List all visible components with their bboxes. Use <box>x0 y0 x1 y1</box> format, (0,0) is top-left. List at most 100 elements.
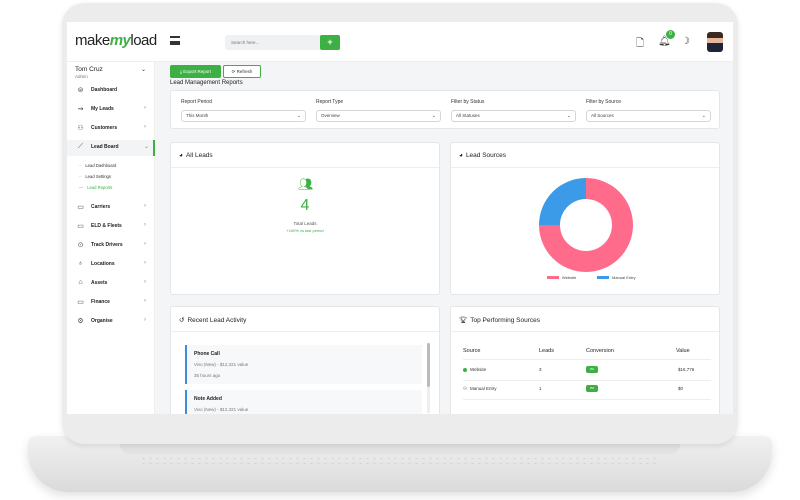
filter-label: Filter by Source <box>586 99 622 105</box>
table-divider <box>463 359 711 360</box>
map-pin-icon: ♁ <box>77 260 84 267</box>
sidebar-subitem-lead-reports[interactable]: — Lead Reports <box>79 185 112 190</box>
sidebar-item-label: Lead Board <box>91 144 119 150</box>
card-title: ↺ Recent Lead Activity <box>179 317 247 324</box>
chevron-down-icon: ⌄ <box>431 113 436 119</box>
chevron-right-icon: › <box>144 203 146 209</box>
user-role: Admin <box>75 74 88 79</box>
source-value: $0 <box>678 386 684 391</box>
chevron-down-icon: ⌄ <box>144 144 150 150</box>
sidebar-item-assets[interactable]: ⌂ Assets › <box>67 276 155 292</box>
page-title: Lead Management Reports <box>170 80 243 86</box>
column-header: Conversion <box>586 348 614 354</box>
sidebar-item-label: Customers <box>91 125 118 131</box>
chevron-right-icon: › <box>144 317 146 323</box>
filters-card: Report Period This Month ⌄ Report Type Ov… <box>170 90 720 129</box>
pie-chart-icon: ◕ <box>459 152 463 159</box>
all-leads-card: ◕ All Leads 👥︎ 4 Total Leads +100% vs las… <box>170 142 440 295</box>
status-filter-select[interactable]: All Statuses ⌄ <box>451 110 576 122</box>
top-bar: makemyload + 🗋 🔔︎ 0 ☽ <box>67 22 733 62</box>
pie-chart-icon: ◕ <box>179 152 183 159</box>
sidebar-item-finance[interactable]: ▭ Finance › <box>67 295 155 311</box>
conversion-badge: 0% <box>586 385 598 392</box>
app-screen: makemyload + 🗋 🔔︎ 0 ☽ Tom Cruz Admin ⌄ ⊜… <box>67 22 733 414</box>
conversion-badge: 0% <box>586 366 598 373</box>
chevron-down-icon: ⌄ <box>566 113 571 119</box>
laptop-mockup: makemyload + 🗋 🔔︎ 0 ☽ Tom Cruz Admin ⌄ ⊜… <box>0 0 800 500</box>
search-input[interactable] <box>225 35 321 50</box>
sidebar-subitem-lead-dashboard[interactable]: – Lead Dashboard <box>79 163 116 168</box>
sidebar-item-label: My Leads <box>91 106 114 112</box>
sidebar-item-eld-fleets[interactable]: ▭ ELD & Fleets › <box>67 219 155 235</box>
fleet-icon: ▭ <box>77 223 84 230</box>
source-leads: 1 <box>539 386 542 391</box>
card-header: ◕ All Leads <box>171 143 439 168</box>
report-period-select[interactable]: This Month ⌄ <box>181 110 306 122</box>
chevron-right-icon: › <box>144 279 146 285</box>
truck-icon: ▭ <box>77 204 84 211</box>
activity-item[interactable]: Note Added Vivo (New) - $12,321 value <box>185 390 422 414</box>
user-plus-icon: ⚇ <box>463 386 468 391</box>
card-header: 🏆︎ Top Performing Sources <box>451 307 719 332</box>
source-filter-select[interactable]: All Sources ⌄ <box>586 110 711 122</box>
chart-icon: ⟋ <box>78 143 83 150</box>
report-type-select[interactable]: Overview ⌄ <box>316 110 441 122</box>
filter-label: Report Type <box>316 99 344 105</box>
column-header: Source <box>463 348 481 354</box>
chevron-right-icon: › <box>144 124 146 130</box>
legend-swatch <box>597 276 609 280</box>
activity-time: 35 hours ago <box>194 373 221 378</box>
filter-label: Report Period <box>181 99 212 105</box>
activity-title: Note Added <box>194 396 222 402</box>
refresh-button[interactable]: ⟳ Refresh <box>223 65 261 78</box>
theme-toggle-icon[interactable]: ☽ <box>681 36 690 47</box>
sidebar-item-label: Carriers <box>91 204 111 210</box>
sidebar-item-organise[interactable]: ⚙ Organise › <box>67 314 155 330</box>
sidebar-item-track-drivers[interactable]: ⊙ Track Drivers › <box>67 238 155 254</box>
source-name: Website <box>463 367 486 372</box>
history-icon: ↺ <box>179 317 185 324</box>
sidebar-item-customers[interactable]: ⚇ Customers › <box>67 121 155 137</box>
sidebar-subitem-lead-settings[interactable]: – Lead Settings <box>79 174 111 179</box>
card-header: ◕ Lead Sources <box>451 143 719 168</box>
document-icon[interactable]: 🗋 <box>636 36 644 53</box>
donut-slice-manual-entry[interactable] <box>539 178 586 225</box>
sidebar-item-label: Finance <box>91 299 110 305</box>
filter-label: Filter by Status <box>451 99 485 105</box>
sidebar-item-label: Organise <box>91 318 113 324</box>
sidebar-item-label: Dashboard <box>91 87 118 93</box>
column-header: Value <box>676 348 690 354</box>
export-report-button[interactable]: ⤓ Export Report <box>170 65 221 78</box>
table-divider <box>463 380 711 381</box>
chevron-down-icon: ⌄ <box>296 113 301 119</box>
add-button[interactable]: + <box>320 35 340 50</box>
sidebar-item-locations[interactable]: ♁ Locations › <box>67 257 155 273</box>
card-title: 🏆︎ Top Performing Sources <box>459 317 540 324</box>
source-leads: 3 <box>539 367 542 372</box>
user-menu-chevron-icon[interactable]: ⌄ <box>141 66 146 73</box>
sidebar-item-my-leads[interactable]: ⇝ My Leads › <box>67 102 155 118</box>
user-name[interactable]: Tom Cruz <box>75 66 103 73</box>
dashboard-icon: ⊜ <box>77 87 84 94</box>
activity-item[interactable]: Phone Call Vivo (New) - $12,321 value 35… <box>185 345 422 384</box>
legend-item-website: Website <box>547 275 576 280</box>
brand-logo[interactable]: makemyload <box>75 32 157 49</box>
chevron-right-icon: › <box>144 298 146 304</box>
chevron-down-icon: ⌄ <box>701 113 706 119</box>
sidebar-item-carriers[interactable]: ▭ Carriers › <box>67 200 155 216</box>
scrollbar-thumb[interactable] <box>427 343 430 387</box>
leads-change-text: +100% vs last period <box>286 228 324 233</box>
activity-value: Vivo (New) - $12,321 value <box>194 407 249 412</box>
card-title: ◕ Lead Sources <box>459 152 507 159</box>
sidebar-item-label: Assets <box>91 280 108 286</box>
source-value: $16,776 <box>678 367 695 372</box>
card-header: ↺ Recent Lead Activity <box>171 307 439 332</box>
column-header: Leads <box>539 348 554 354</box>
sidebar-item-dashboard[interactable]: ⊜ Dashboard <box>67 83 155 99</box>
menu-toggle-icon[interactable] <box>170 36 180 45</box>
customers-icon: ⚇ <box>77 125 84 132</box>
chevron-right-icon: › <box>144 260 146 266</box>
chevron-right-icon: › <box>144 222 146 228</box>
sidebar-item-lead-board[interactable]: ⟋ Lead Board ⌄ <box>67 140 155 156</box>
user-avatar[interactable] <box>707 32 723 52</box>
